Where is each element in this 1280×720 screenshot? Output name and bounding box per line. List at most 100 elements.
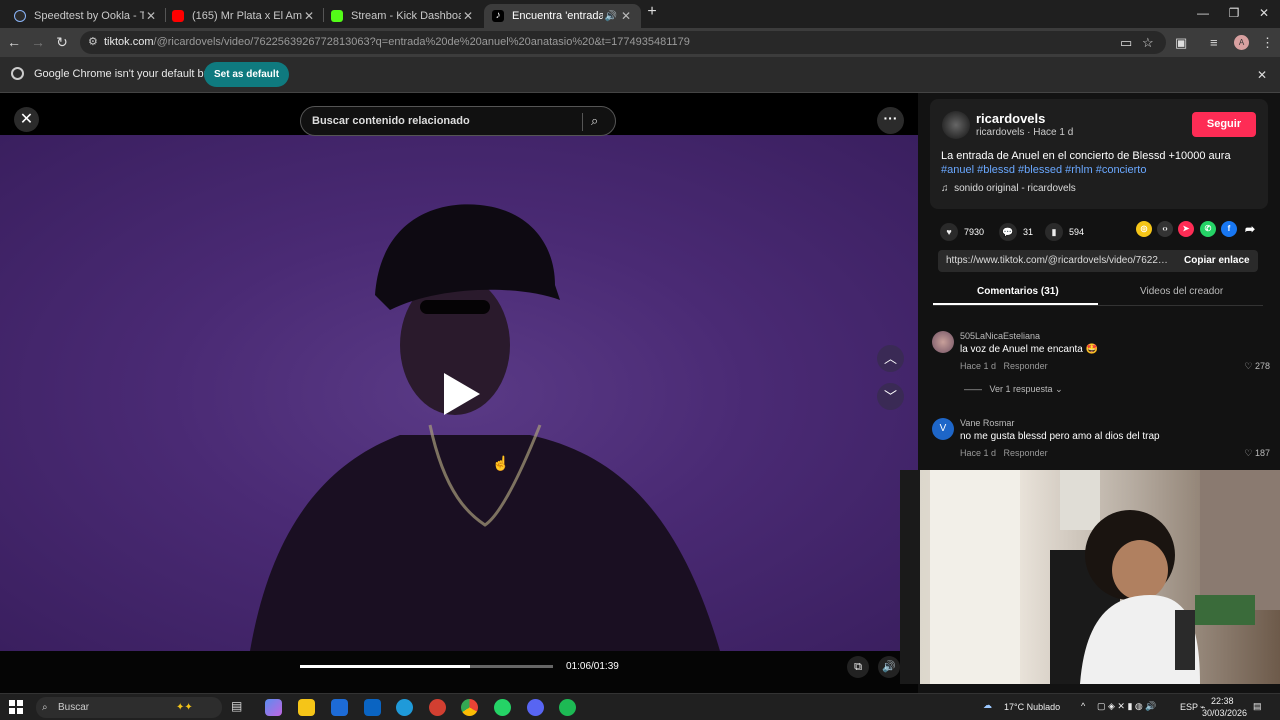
discord-icon[interactable]: [527, 699, 544, 716]
comment-item: 505LaNicaEsteliana la voz de Anuel me en…: [932, 331, 1272, 401]
share-link-box: https://www.tiktok.com/@ricardovels/vide…: [938, 250, 1258, 272]
close-tab-icon[interactable]: ✕: [144, 9, 158, 23]
save-stat[interactable]: ▮ 594: [1045, 223, 1084, 241]
edge-icon[interactable]: [396, 699, 413, 716]
profile-avatar[interactable]: A: [1234, 35, 1249, 50]
forward-icon[interactable]: →: [29, 34, 47, 50]
tab-creator-videos[interactable]: Videos del creador: [1140, 286, 1223, 297]
file-explorer-icon[interactable]: [298, 699, 315, 716]
comment-like[interactable]: ♡ 187: [1244, 448, 1270, 459]
outlook-icon[interactable]: [364, 699, 381, 716]
sparkle-icon: ✦✦: [176, 702, 193, 713]
address-bar[interactable]: ⚙ tiktok.com/@ricardovels/video/76225639…: [80, 31, 1166, 54]
more-options-icon[interactable]: ···: [877, 107, 904, 134]
chevron-up-icon[interactable]: ^: [1081, 701, 1085, 711]
view-replies-button[interactable]: —— Ver 1 respuesta ⌄: [964, 384, 1063, 395]
chrome-icon: [11, 67, 24, 80]
tab-tiktok[interactable]: ♪ Encuentra 'entrada de anue 🔊 ✕: [484, 4, 641, 28]
progress-bar[interactable]: [300, 665, 553, 668]
browser-tab-strip: Speedtest by Ookla - The Glob ✕ (165) Mr…: [0, 0, 1280, 28]
sound-link[interactable]: ♫ sonido original - ricardovels: [941, 183, 1076, 194]
send-icon[interactable]: ➤: [1178, 221, 1194, 237]
commenter-avatar[interactable]: [932, 331, 954, 353]
site-info-icon[interactable]: ⚙: [88, 31, 98, 54]
reload-icon[interactable]: ↻: [53, 34, 71, 51]
creator-avatar[interactable]: [942, 111, 970, 139]
whatsapp-icon[interactable]: [494, 699, 511, 716]
restore-icon[interactable]: ❐: [1224, 6, 1244, 20]
close-infobar-icon[interactable]: ✕: [1257, 68, 1267, 82]
clock-time[interactable]: 22:38: [1211, 696, 1234, 706]
volume-icon[interactable]: 🔊: [878, 656, 900, 678]
commenter-avatar[interactable]: V: [932, 418, 954, 440]
search-icon[interactable]: ⌕: [591, 113, 598, 129]
menu-kebab-icon[interactable]: ⋮: [1261, 35, 1274, 51]
hashtags[interactable]: #anuel #blessd #blessed #rhlm #concierto: [941, 164, 1146, 176]
previous-video-chevron-up-icon[interactable]: ︿: [877, 345, 904, 372]
embed-icon[interactable]: ‹›: [1157, 221, 1173, 237]
notification-icon[interactable]: ▤: [1253, 701, 1262, 712]
minimize-icon[interactable]: —: [1193, 6, 1213, 20]
back-icon[interactable]: ←: [5, 34, 23, 50]
share-link-url[interactable]: https://www.tiktok.com/@ricardovels/vide…: [946, 255, 1170, 266]
play-icon[interactable]: [444, 373, 480, 415]
task-view-icon[interactable]: ▤: [231, 699, 248, 716]
follow-button[interactable]: Seguir: [1192, 112, 1256, 137]
coin-icon[interactable]: ◎: [1136, 221, 1152, 237]
video-time: 01:06/01:39: [566, 661, 619, 672]
tab-speedtest[interactable]: Speedtest by Ookla - The Glob ✕: [6, 4, 166, 28]
whatsapp-icon[interactable]: ✆: [1200, 221, 1216, 237]
weather-text[interactable]: 17°C Nublado: [1004, 702, 1060, 712]
spotify-icon[interactable]: [559, 699, 576, 716]
set-default-button[interactable]: Set as default: [204, 62, 290, 87]
active-tab-indicator: [933, 303, 1098, 305]
speaker-icon[interactable]: 🔊: [603, 11, 619, 22]
comment-meta: Hace 1 d Responder: [960, 448, 1048, 458]
close-video-button[interactable]: ✕: [14, 107, 39, 132]
copilot-icon[interactable]: [265, 699, 282, 716]
comment-stat[interactable]: 💬 31: [999, 223, 1033, 241]
post-description: La entrada de Anuel en el concierto de B…: [941, 150, 1231, 176]
speedtest-icon: [14, 10, 26, 22]
comment-item: V Vane Rosmar no me gusta blessd pero am…: [932, 418, 1272, 463]
bookmark-star-icon[interactable]: ☆: [1142, 35, 1154, 51]
tab-comments[interactable]: Comentarios (31): [977, 286, 1059, 297]
close-window-icon[interactable]: ✕: [1254, 6, 1274, 20]
cast-icon[interactable]: ▭: [1120, 35, 1132, 51]
taskbar-search[interactable]: ⌕ Buscar ✦✦: [36, 697, 222, 718]
facebook-icon[interactable]: f: [1221, 221, 1237, 237]
like-stat[interactable]: ♥ 7930: [940, 223, 984, 241]
app-icon[interactable]: [429, 699, 446, 716]
floating-player-icon[interactable]: ⧉: [847, 656, 869, 678]
creator-name[interactable]: ricardovels: [976, 111, 1045, 126]
mouse-cursor-icon: ☝: [492, 455, 510, 471]
chrome-icon[interactable]: [461, 699, 478, 716]
search-icon: ⌕: [42, 702, 48, 713]
next-video-chevron-down-icon[interactable]: ﹀: [877, 383, 904, 410]
webcam-overlay: [900, 470, 1280, 684]
reply-button[interactable]: Responder: [1004, 448, 1048, 458]
panel-tabs: Comentarios (31) Videos del creador: [933, 280, 1263, 306]
tray-icons[interactable]: ▢ ◈ ✕ ▮ ◍ 🔊: [1097, 701, 1156, 712]
new-tab-button[interactable]: +: [642, 3, 662, 21]
search-divider: [582, 113, 583, 131]
webcam-feed-image: [900, 470, 1280, 684]
tab-kick[interactable]: Stream - Kick Dashboard ✕: [323, 4, 483, 28]
close-tab-icon[interactable]: ✕: [302, 9, 316, 23]
clock-date[interactable]: 30/03/2026: [1202, 708, 1247, 718]
sidebar-icon[interactable]: ▣: [1175, 35, 1187, 51]
tab-youtube[interactable]: (165) Mr Plata x El Americano 4 ✕: [164, 4, 324, 28]
tab-search-icon[interactable]: ≡: [1210, 35, 1218, 50]
comment-like[interactable]: ♡ 278: [1244, 361, 1270, 372]
share-arrow-icon[interactable]: ➦: [1242, 221, 1258, 237]
language-indicator[interactable]: ESP: [1180, 702, 1198, 712]
store-icon[interactable]: [331, 699, 348, 716]
windows-start-icon[interactable]: [9, 700, 23, 714]
heart-icon: ♥: [940, 223, 958, 241]
comment-meta: Hace 1 d Responder: [960, 361, 1048, 371]
close-tab-icon[interactable]: ✕: [461, 9, 475, 23]
related-search-input[interactable]: Buscar contenido relacionado ⌕: [300, 106, 616, 136]
copy-link-button[interactable]: Copiar enlace: [1184, 255, 1250, 266]
reply-button[interactable]: Responder: [1004, 361, 1048, 371]
close-tab-icon[interactable]: ✕: [619, 9, 633, 23]
